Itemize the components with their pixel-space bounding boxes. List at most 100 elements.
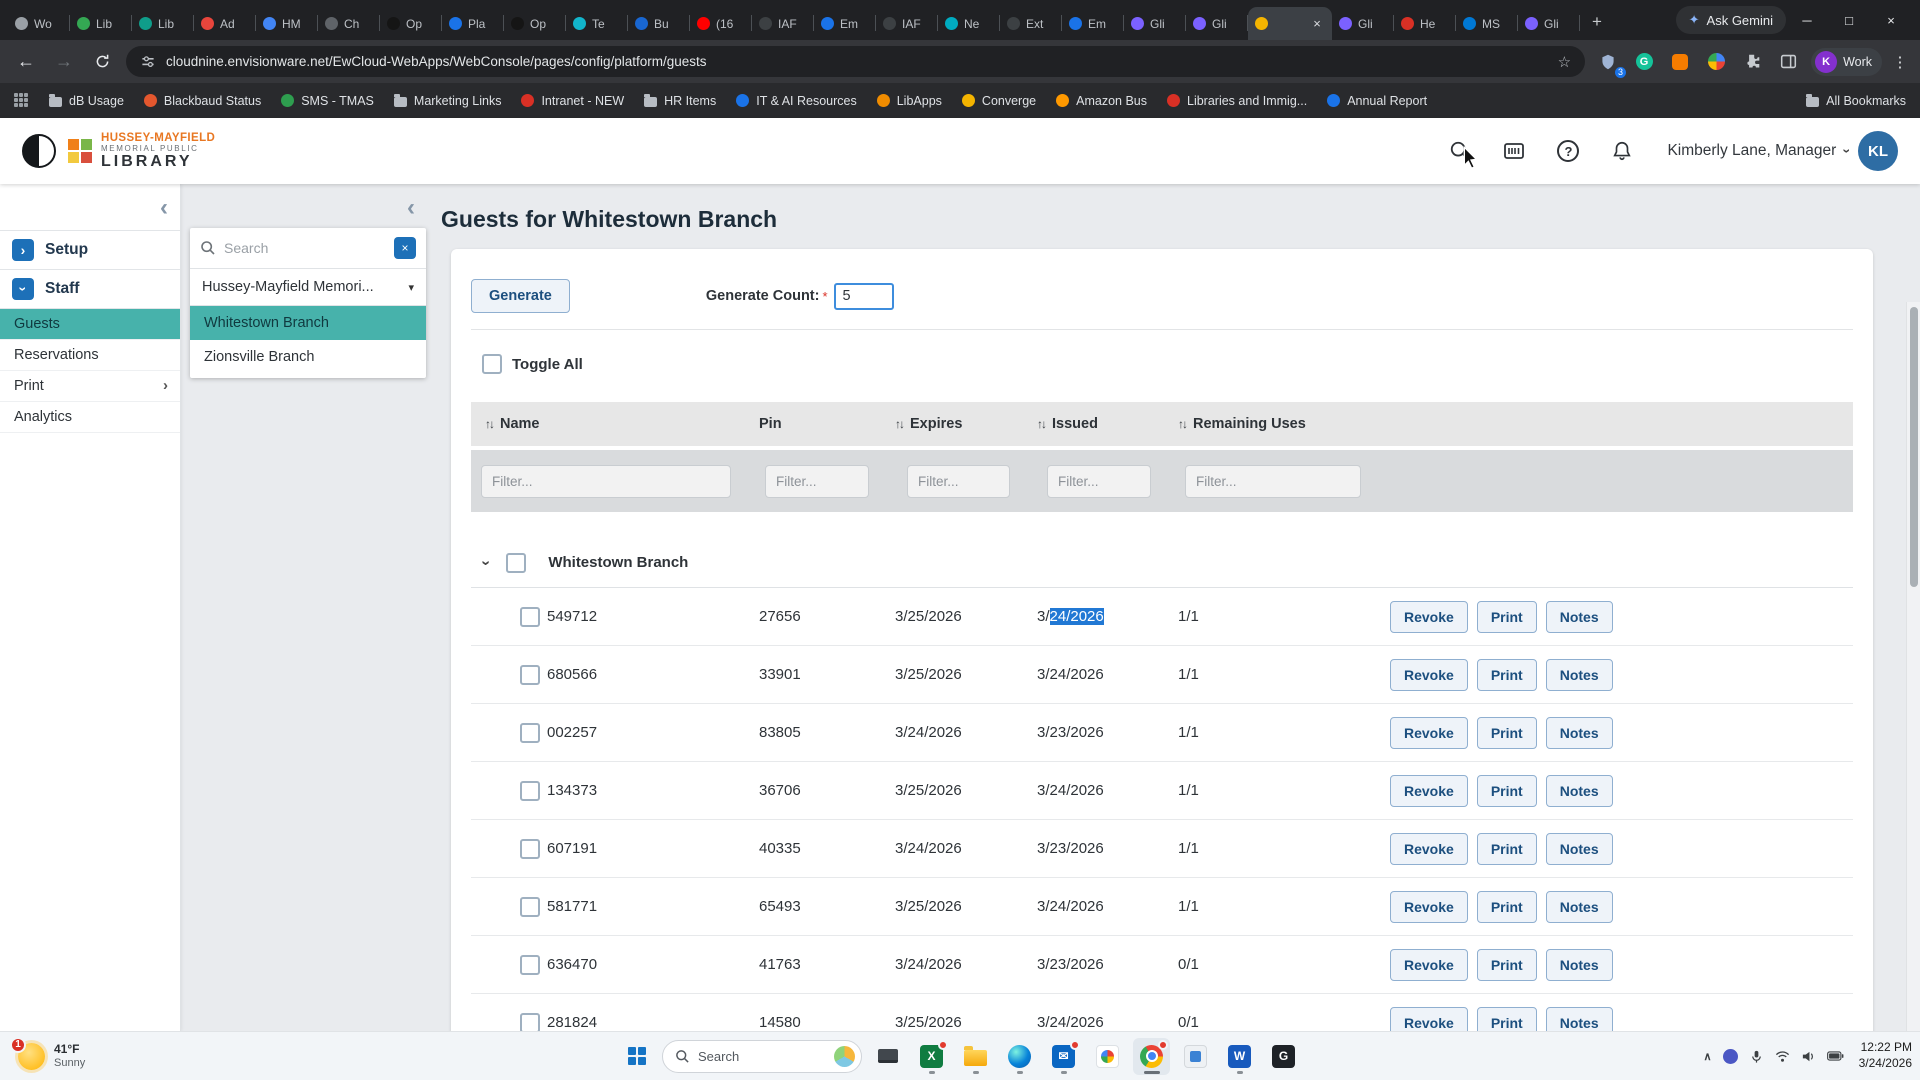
- browser-tab[interactable]: Gli ×: [1186, 7, 1248, 40]
- user-menu[interactable]: Kimberly Lane, Manager ›: [1667, 142, 1850, 160]
- browser-tab[interactable]: (16 ×: [690, 7, 752, 40]
- filter-remaining-input[interactable]: [1185, 465, 1361, 498]
- all-bookmarks-button[interactable]: All Bookmarks: [1806, 94, 1906, 108]
- revoke-button[interactable]: Revoke: [1390, 833, 1468, 865]
- row-checkbox[interactable]: [520, 723, 540, 743]
- search-button[interactable]: [1447, 138, 1473, 164]
- refresh-button[interactable]: [88, 48, 116, 76]
- organization-dropdown[interactable]: Hussey-Mayfield Memori... ▾: [190, 269, 426, 306]
- branch-search-input[interactable]: [224, 240, 386, 256]
- column-header[interactable]: ↑↓ Name: [485, 416, 759, 432]
- notes-button[interactable]: Notes: [1546, 833, 1613, 865]
- volume-icon[interactable]: [1801, 1049, 1816, 1064]
- app-icon-gray[interactable]: [1177, 1038, 1214, 1075]
- browser-tab[interactable]: Pla ×: [442, 7, 504, 40]
- new-tab-button[interactable]: +: [1584, 9, 1610, 35]
- column-header[interactable]: ↑↓ Expires: [895, 416, 1037, 432]
- column-header[interactable]: ↑↓ Issued: [1037, 416, 1178, 432]
- bookmark-star-icon[interactable]: ☆: [1558, 53, 1571, 71]
- help-button[interactable]: ?: [1555, 138, 1581, 164]
- task-view-icon[interactable]: [869, 1038, 906, 1075]
- edge-icon[interactable]: [1001, 1038, 1038, 1075]
- notes-button[interactable]: Notes: [1546, 659, 1613, 691]
- generate-button[interactable]: Generate: [471, 279, 570, 313]
- page-scrollbar[interactable]: [1906, 302, 1920, 1031]
- branch-item[interactable]: Whitestown Branch: [190, 306, 426, 340]
- wifi-icon[interactable]: [1775, 1049, 1790, 1064]
- minimize-button[interactable]: ─: [1786, 4, 1828, 36]
- filter-pin-input[interactable]: [765, 465, 869, 498]
- scan-button[interactable]: [1501, 138, 1527, 164]
- browser-tab[interactable]: IAF ×: [752, 7, 814, 40]
- glean-extension-icon[interactable]: [1703, 49, 1729, 75]
- sort-icon[interactable]: ↑↓: [1178, 417, 1186, 431]
- browser-tab[interactable]: HM ×: [256, 7, 318, 40]
- outlook-icon[interactable]: ✉: [1045, 1038, 1082, 1075]
- scrollbar-thumb[interactable]: [1910, 307, 1918, 587]
- print-button[interactable]: Print: [1477, 1007, 1537, 1032]
- sidebar-section-staff[interactable]: › Staff: [0, 270, 180, 309]
- row-checkbox[interactable]: [520, 839, 540, 859]
- forward-button[interactable]: →: [50, 48, 78, 76]
- bookmark-item[interactable]: LibApps: [868, 89, 951, 113]
- branch-panel-collapse-icon[interactable]: ‹: [407, 196, 415, 220]
- taskbar-clock[interactable]: 12:22 PM 3/24/2026: [1859, 1040, 1912, 1071]
- browser-tab[interactable]: Wo ×: [8, 7, 70, 40]
- apps-grid-icon[interactable]: [14, 93, 30, 109]
- print-button[interactable]: Print: [1477, 891, 1537, 923]
- dark-app-icon[interactable]: G: [1265, 1038, 1302, 1075]
- notifications-button[interactable]: [1609, 138, 1635, 164]
- notes-button[interactable]: Notes: [1546, 949, 1613, 981]
- browser-tab[interactable]: Ad ×: [194, 7, 256, 40]
- filter-name-input[interactable]: [481, 465, 731, 498]
- browser-tab[interactable]: IAF ×: [876, 7, 938, 40]
- bookmark-item[interactable]: Blackbaud Status: [135, 89, 270, 113]
- bookmark-item[interactable]: Marketing Links: [385, 89, 511, 113]
- sort-icon[interactable]: ↑↓: [1037, 417, 1045, 431]
- column-header[interactable]: ↑↓ Pin: [759, 416, 895, 432]
- clear-search-button[interactable]: ×: [394, 237, 416, 259]
- close-button[interactable]: ×: [1870, 4, 1912, 36]
- column-header[interactable]: ↑↓ Remaining Uses: [1178, 416, 1853, 432]
- file-explorer-icon[interactable]: [957, 1038, 994, 1075]
- browser-tab[interactable]: Op ×: [380, 7, 442, 40]
- url-text[interactable]: cloudnine.envisionware.net/EwCloud-WebAp…: [166, 54, 1548, 69]
- browser-tab[interactable]: Ch ×: [318, 7, 380, 40]
- print-button[interactable]: Print: [1477, 833, 1537, 865]
- row-checkbox[interactable]: [520, 897, 540, 917]
- filter-issued-input[interactable]: [1047, 465, 1151, 498]
- browser-profile-button[interactable]: K Work: [1811, 48, 1882, 76]
- revoke-button[interactable]: Revoke: [1390, 1007, 1468, 1032]
- bookmark-item[interactable]: Annual Report: [1318, 89, 1436, 113]
- browser-tab[interactable]: MS ×: [1456, 7, 1518, 40]
- grammarly-extension-icon[interactable]: G: [1631, 49, 1657, 75]
- sidebar-item[interactable]: Reservations: [0, 340, 180, 371]
- browser-tab[interactable]: Lib ×: [70, 7, 132, 40]
- browser-tab[interactable]: Bu ×: [628, 7, 690, 40]
- browser-tab[interactable]: Lib ×: [132, 7, 194, 40]
- group-checkbox[interactable]: [506, 553, 526, 573]
- password-extension-icon[interactable]: 3: [1595, 49, 1621, 75]
- weather-widget[interactable]: 1 41°F Sunny: [10, 1032, 93, 1080]
- row-checkbox[interactable]: [520, 781, 540, 801]
- notes-button[interactable]: Notes: [1546, 891, 1613, 923]
- site-info-icon[interactable]: [140, 54, 156, 70]
- browser-menu-icon[interactable]: ⋮: [1892, 53, 1908, 71]
- library-logo[interactable]: HUSSEY-MAYFIELD MEMORIAL PUBLIC LIBRARY: [68, 132, 215, 171]
- maximize-button[interactable]: □: [1828, 4, 1870, 36]
- bookmark-item[interactable]: dB Usage: [40, 89, 133, 113]
- back-button[interactable]: ←: [12, 48, 40, 76]
- browser-tab[interactable]: Te ×: [566, 7, 628, 40]
- generate-count-input[interactable]: [834, 283, 894, 310]
- sidebar-item[interactable]: Guests: [0, 309, 180, 340]
- bookmark-item[interactable]: HR Items: [635, 89, 725, 113]
- bookmark-item[interactable]: SMS - TMAS: [272, 89, 383, 113]
- battery-icon[interactable]: [1827, 1051, 1844, 1061]
- collapse-group-icon[interactable]: ›: [477, 560, 495, 565]
- revoke-button[interactable]: Revoke: [1390, 775, 1468, 807]
- revoke-button[interactable]: Revoke: [1390, 717, 1468, 749]
- sort-icon[interactable]: ↑↓: [895, 417, 903, 431]
- notes-button[interactable]: Notes: [1546, 717, 1613, 749]
- teams-icon[interactable]: [1723, 1049, 1738, 1064]
- bookmark-item[interactable]: Converge: [953, 89, 1045, 113]
